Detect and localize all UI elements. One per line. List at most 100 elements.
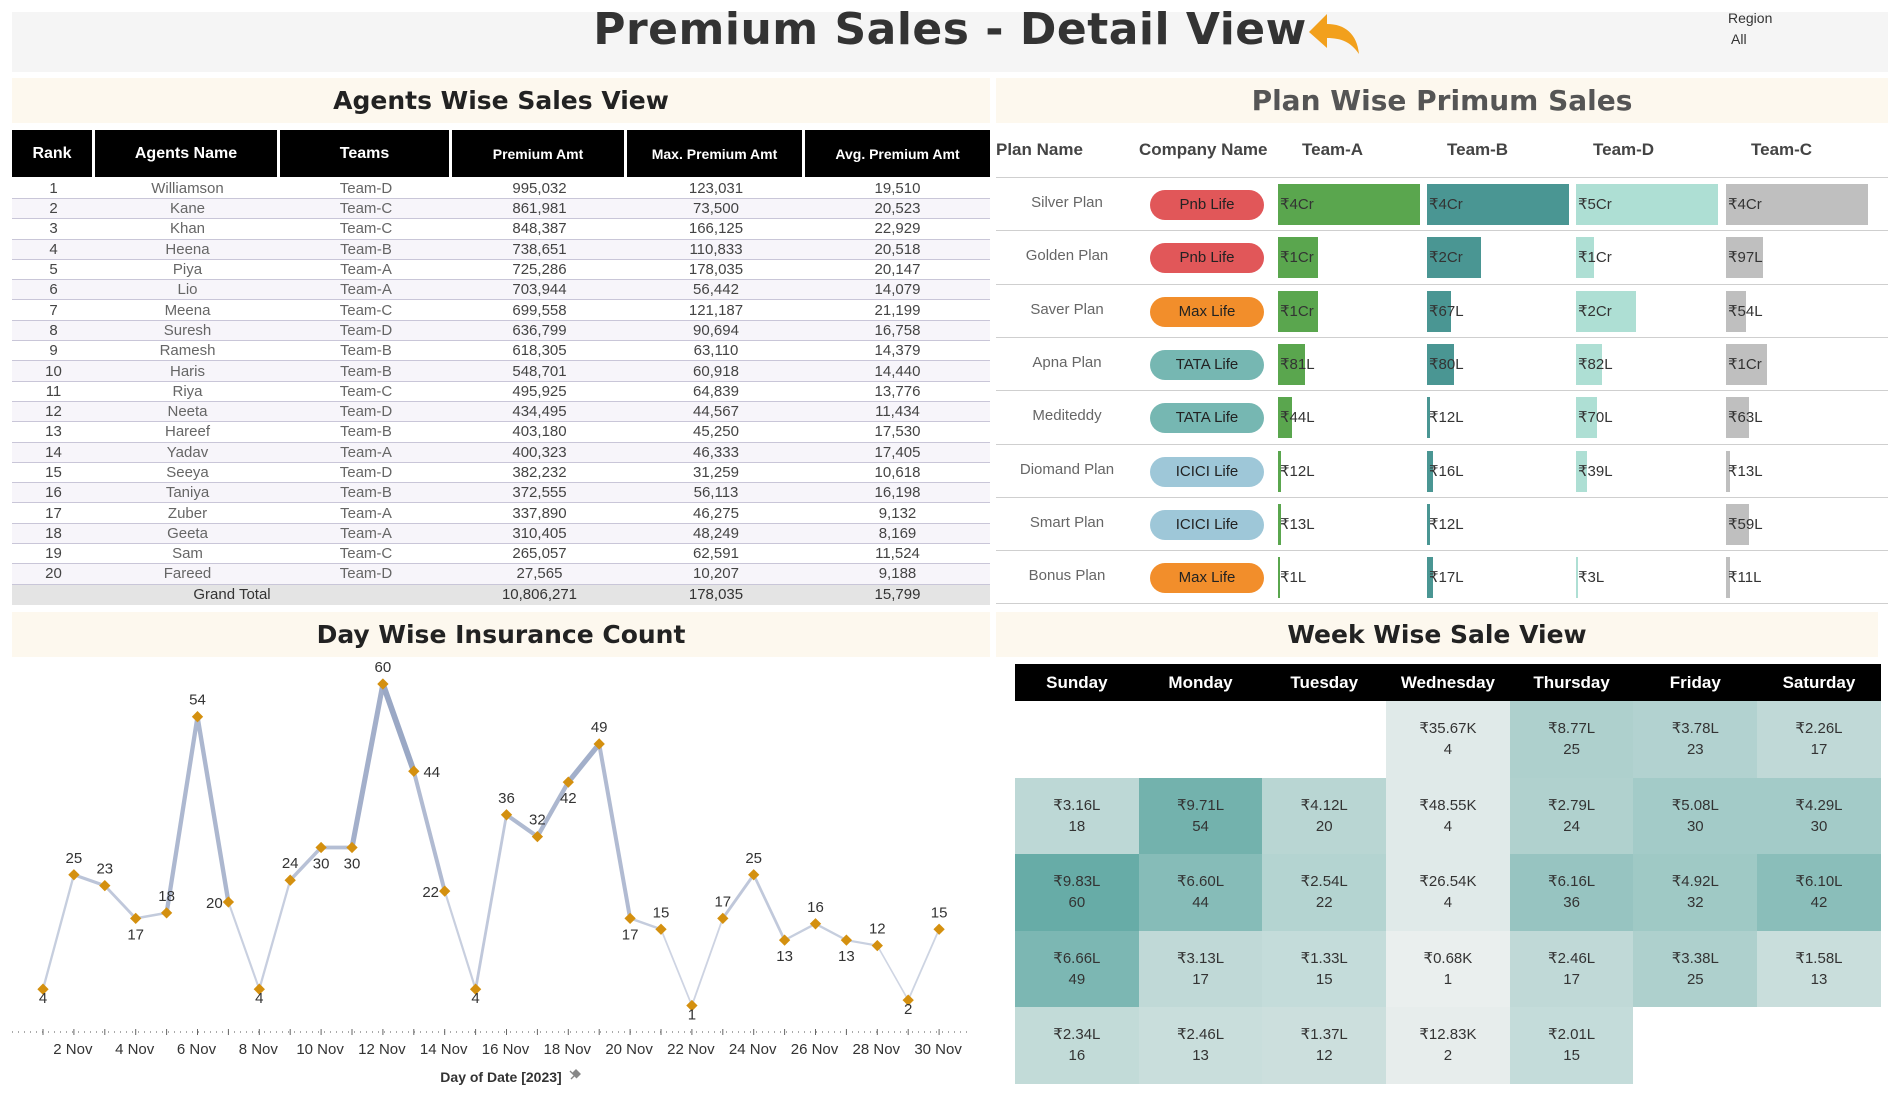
week-cell[interactable]: ₹1.37L 12 bbox=[1262, 1007, 1387, 1084]
table-row[interactable]: 7 Meena Team-C 699,558 121,187 21,199 bbox=[12, 300, 990, 321]
col-header-rank[interactable]: Rank bbox=[12, 130, 95, 177]
plan-bar[interactable]: ₹1L bbox=[1278, 557, 1306, 599]
plan-bar[interactable]: ₹2Cr bbox=[1576, 290, 1636, 332]
data-point[interactable] bbox=[871, 939, 883, 952]
data-point[interactable] bbox=[933, 923, 945, 935]
week-cell[interactable]: ₹9.83L 60 bbox=[1015, 854, 1139, 931]
region-filter-value[interactable]: All bbox=[1728, 29, 1772, 50]
plan-bar[interactable]: ₹59L bbox=[1726, 503, 1763, 545]
week-cell[interactable]: ₹2.01L 15 bbox=[1509, 1007, 1634, 1084]
plan-bar[interactable]: ₹13L bbox=[1278, 503, 1315, 545]
table-row[interactable]: 19 Sam Team-C 265,057 62,591 11,524 bbox=[12, 544, 990, 565]
company-badge[interactable]: Pnb Life bbox=[1150, 190, 1264, 220]
plan-bar[interactable]: ₹1Cr bbox=[1576, 237, 1612, 279]
week-cell[interactable]: ₹6.60L 44 bbox=[1138, 854, 1263, 931]
data-point[interactable] bbox=[624, 912, 636, 925]
col-header-max-premium-amt[interactable]: Max. Premium Amt bbox=[627, 130, 805, 177]
week-cell[interactable]: ₹4.92L 32 bbox=[1633, 854, 1758, 931]
week-cell[interactable]: ₹4.12L 20 bbox=[1262, 777, 1387, 854]
table-row[interactable]: 10 Haris Team-B 548,701 60,918 14,440 bbox=[12, 361, 990, 382]
col-header-team-d[interactable]: Team-D bbox=[1593, 140, 1654, 160]
week-cell[interactable]: ₹4.29L 30 bbox=[1757, 777, 1881, 854]
plan-bar[interactable]: ₹4Cr bbox=[1427, 184, 1569, 225]
data-point[interactable] bbox=[160, 907, 173, 919]
col-header-teams[interactable]: Teams bbox=[280, 130, 452, 177]
plan-bar[interactable]: ₹70L bbox=[1576, 397, 1613, 439]
week-cell[interactable]: ₹48.55K 4 bbox=[1386, 777, 1510, 854]
week-cell[interactable]: ₹2.46L 13 bbox=[1138, 1007, 1263, 1084]
table-row[interactable]: 11 Riya Team-C 495,925 64,839 13,776 bbox=[12, 382, 990, 402]
col-header-thursday[interactable]: Thursday bbox=[1509, 664, 1634, 701]
week-cell[interactable]: ₹2.26L 17 bbox=[1757, 701, 1881, 778]
plan-bar[interactable]: ₹97L bbox=[1726, 237, 1763, 279]
plan-bar[interactable]: ₹4Cr bbox=[1278, 184, 1420, 225]
pin-icon[interactable] bbox=[569, 1069, 581, 1080]
data-point[interactable] bbox=[222, 896, 235, 908]
plan-bar[interactable]: ₹82L bbox=[1576, 343, 1613, 385]
plan-bar[interactable]: ₹44L bbox=[1278, 397, 1315, 439]
company-badge[interactable]: ICICI Life bbox=[1150, 456, 1264, 487]
col-header-sunday[interactable]: Sunday bbox=[1015, 664, 1139, 701]
company-badge[interactable]: Max Life bbox=[1150, 563, 1264, 594]
week-cell[interactable]: ₹2.54L 22 bbox=[1262, 854, 1387, 931]
week-cell[interactable]: ₹5.08L 30 bbox=[1633, 777, 1758, 854]
plan-bar[interactable]: ₹11L bbox=[1726, 557, 1761, 599]
table-row[interactable]: 14 Yadav Team-A 400,323 46,333 17,405 bbox=[12, 442, 990, 463]
data-point[interactable] bbox=[655, 923, 667, 935]
data-point[interactable] bbox=[68, 869, 80, 881]
plan-bar[interactable]: ₹63L bbox=[1726, 397, 1763, 439]
plan-bar[interactable]: ₹17L bbox=[1427, 557, 1464, 599]
week-cell[interactable]: ₹3.38L 25 bbox=[1633, 930, 1758, 1007]
plan-bar[interactable]: ₹12L bbox=[1427, 397, 1464, 439]
week-cell[interactable]: ₹0.68K 1 bbox=[1386, 930, 1510, 1007]
col-header-team-b[interactable]: Team-B bbox=[1447, 140, 1508, 160]
plan-bar[interactable]: ₹1Cr bbox=[1726, 343, 1768, 385]
table-row[interactable]: 16 Taniya Team-B 372,555 56,113 16,198 bbox=[12, 483, 990, 504]
plan-bar[interactable]: ₹13L bbox=[1726, 450, 1763, 492]
table-row[interactable]: 20 Fareed Team-D 27,565 10,207 9,188 bbox=[12, 564, 990, 585]
plan-bar[interactable]: ₹12L bbox=[1278, 450, 1315, 492]
table-row[interactable]: 8 Suresh Team-D 636,799 90,694 16,758 bbox=[12, 320, 990, 342]
data-point[interactable] bbox=[778, 934, 791, 946]
col-header-premium-amt[interactable]: Premium Amt bbox=[452, 130, 627, 177]
table-row[interactable]: 4 Heena Team-B 738,651 110,833 20,518 bbox=[12, 239, 990, 260]
company-badge[interactable]: TATA Life bbox=[1150, 403, 1264, 434]
table-row[interactable]: 3 Khan Team-C 848,387 166,125 22,929 bbox=[12, 219, 990, 240]
week-cell[interactable]: ₹6.10L 42 bbox=[1757, 854, 1881, 931]
table-row[interactable]: 13 Hareef Team-B 403,180 45,250 17,530 bbox=[12, 422, 990, 443]
company-badge[interactable]: ICICI Life bbox=[1150, 509, 1264, 540]
plan-bar[interactable]: ₹54L bbox=[1726, 290, 1763, 332]
col-header-avg-premium-amt[interactable]: Avg. Premium Amt bbox=[805, 130, 990, 177]
plan-bar[interactable]: ₹1Cr bbox=[1278, 290, 1318, 332]
week-cell[interactable]: ₹2.79L 24 bbox=[1509, 777, 1634, 854]
table-row[interactable]: 6 Lio Team-A 703,944 56,442 14,079 bbox=[12, 280, 990, 301]
col-header-friday[interactable]: Friday bbox=[1633, 664, 1758, 701]
company-badge[interactable]: Pnb Life bbox=[1150, 243, 1264, 274]
week-cell[interactable]: ₹2.34L 16 bbox=[1015, 1007, 1139, 1084]
data-point[interactable] bbox=[840, 934, 853, 946]
week-cell[interactable]: ₹2.46L 17 bbox=[1509, 930, 1634, 1007]
table-row[interactable]: 17 Zuber Team-A 337,890 46,275 9,132 bbox=[12, 503, 990, 524]
plan-bar[interactable]: ₹39L bbox=[1576, 450, 1613, 492]
table-row[interactable]: 2 Kane Team-C 861,981 73,500 20,523 bbox=[12, 199, 990, 220]
plan-bar[interactable]: ₹5Cr bbox=[1576, 184, 1718, 225]
data-point[interactable] bbox=[191, 711, 204, 723]
week-cell[interactable]: ₹1.33L 15 bbox=[1262, 930, 1387, 1007]
table-row[interactable]: 1 Williamson Team-D 995,032 123,031 19,510 bbox=[12, 177, 990, 199]
plan-bar[interactable]: ₹12L bbox=[1427, 503, 1464, 545]
table-row[interactable]: 5 Piya Team-A 725,286 178,035 20,147 bbox=[12, 260, 990, 281]
plan-bar[interactable]: ₹3L bbox=[1576, 557, 1604, 599]
week-cell[interactable]: ₹6.16L 36 bbox=[1509, 854, 1634, 931]
table-row[interactable]: 12 Neeta Team-D 434,495 44,567 11,434 bbox=[12, 401, 990, 423]
col-header-company-name[interactable]: Company Name bbox=[1139, 140, 1267, 160]
week-cell[interactable]: ₹9.71L 54 bbox=[1138, 777, 1263, 854]
col-header-wednesday[interactable]: Wednesday bbox=[1386, 664, 1510, 701]
data-point[interactable] bbox=[439, 885, 451, 897]
week-cell[interactable]: ₹3.78L 23 bbox=[1633, 701, 1758, 778]
col-header-tuesday[interactable]: Tuesday bbox=[1262, 664, 1387, 701]
plan-bar[interactable]: ₹1Cr bbox=[1278, 237, 1318, 279]
company-badge[interactable]: Max Life bbox=[1150, 296, 1264, 327]
week-cell[interactable]: ₹1.58L 13 bbox=[1757, 930, 1881, 1007]
col-header-saturday[interactable]: Saturday bbox=[1757, 664, 1881, 701]
plan-bar[interactable]: ₹67L bbox=[1427, 290, 1464, 332]
